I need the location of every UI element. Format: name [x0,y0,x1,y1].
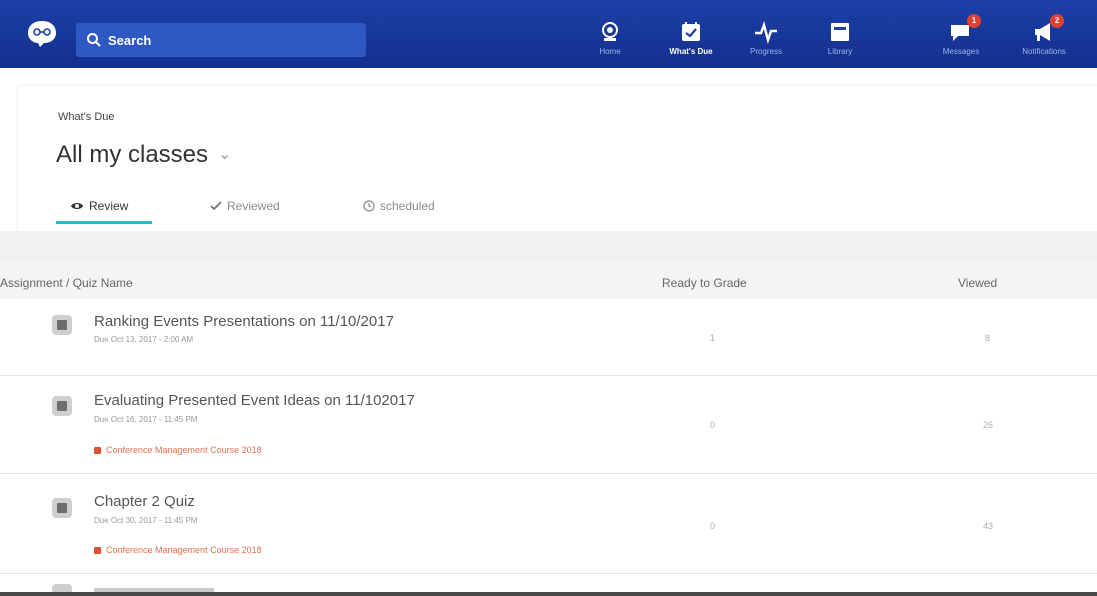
table-header: Assignment / Quiz Name Ready to Grade Vi… [0,261,1097,299]
chevron-down-icon: ⌄ [218,146,232,163]
assignment-icon [52,498,72,518]
column-header-ready[interactable]: Ready to Grade [662,276,747,290]
page-title: All my classes [56,141,209,168]
nav-library-label: Library [827,47,853,56]
table-row[interactable] [52,580,252,592]
ready-to-grade-count: 1 [710,333,716,343]
due-date: Due Oct 30, 2017 - 11:45 PM [94,516,198,525]
nav-home-label: Home [599,47,621,56]
pulse-icon [755,21,777,44]
assignment-title[interactable]: Evaluating Presented Event Ideas on 11/1… [94,392,415,409]
home-icon [602,22,618,41]
messages-badge: 1 [967,14,981,28]
notifications-badge: 2 [1050,14,1064,28]
search-input[interactable]: Search [76,23,366,57]
assignment-title[interactable]: Ranking Events Presentations on 11/10/20… [94,313,394,330]
nav-whats-due[interactable]: What's Due [659,0,723,68]
assignment-icon [52,315,72,335]
assignment-icon [52,396,72,416]
nav-library[interactable]: Library [808,0,872,68]
course-color-icon [94,446,101,454]
table-row[interactable]: Chapter 2 Quiz Due Oct 30, 2017 - 11:45 … [0,474,1097,574]
table-row[interactable]: Ranking Events Presentations on 11/10/20… [0,299,1097,376]
search-icon [87,33,101,47]
table-row[interactable]: Evaluating Presented Event Ideas on 11/1… [0,376,1097,474]
tab-scheduled[interactable]: scheduled [363,199,435,213]
tab-reviewed-label: Reviewed [227,199,280,213]
header-card: What's Due All my classes ⌄ Review Review… [18,86,1097,231]
tab-review[interactable]: Review [70,199,128,213]
assignment-icon [52,584,72,592]
column-header-name[interactable]: Assignment / Quiz Name [0,276,133,290]
nav-home[interactable]: Home [578,0,642,68]
nav-notifications[interactable]: 2 Notifications [1012,0,1076,68]
ready-to-grade-count: 0 [710,420,716,430]
viewed-count: 8 [985,333,991,343]
library-icon [831,23,849,41]
nav-whats-due-label: What's Due [669,47,713,56]
viewed-count: 26 [983,420,994,430]
eye-icon [71,203,83,209]
due-date: Due Oct 16, 2017 - 11:45 PM [94,415,198,424]
app-logo-icon[interactable] [26,19,58,49]
course-tag[interactable]: Conference Management Course 2018 [94,445,262,455]
class-selector[interactable]: All my classes ⌄ [56,141,231,169]
active-tab-indicator [56,221,152,224]
tab-reviewed[interactable]: Reviewed [210,199,280,213]
nav-messages[interactable]: 1 Messages [929,0,993,68]
top-navigation-bar: Search Home What's Due Progress Library … [0,0,1097,68]
window-bottom-edge [0,592,1097,596]
nav-progress-label: Progress [749,47,782,56]
tab-review-label: Review [89,199,129,213]
nav-notifications-label: Notifications [1022,47,1066,56]
clock-icon [363,200,375,212]
nav-progress[interactable]: Progress [734,0,798,68]
breadcrumb: What's Due [58,111,115,123]
nav-messages-label: Messages [942,47,980,56]
course-color-icon [94,546,101,554]
calendar-check-icon [682,22,700,41]
course-name: Conference Management Course 2018 [106,545,262,555]
ready-to-grade-count: 0 [710,521,716,531]
viewed-count: 43 [983,521,994,531]
search-placeholder: Search [108,32,152,48]
assignment-title[interactable]: Chapter 2 Quiz [94,493,195,510]
course-tag[interactable]: Conference Management Course 2018 [94,545,262,555]
due-date: Due Oct 13, 2017 - 2:00 AM [94,335,194,344]
page: Search Home What's Due Progress Library … [0,0,1097,596]
tab-scheduled-label: scheduled [380,199,435,213]
course-name: Conference Management Course 2018 [106,445,262,455]
section-divider [0,231,1097,261]
checkmark-icon [210,201,222,211]
column-header-viewed[interactable]: Viewed [958,276,997,290]
